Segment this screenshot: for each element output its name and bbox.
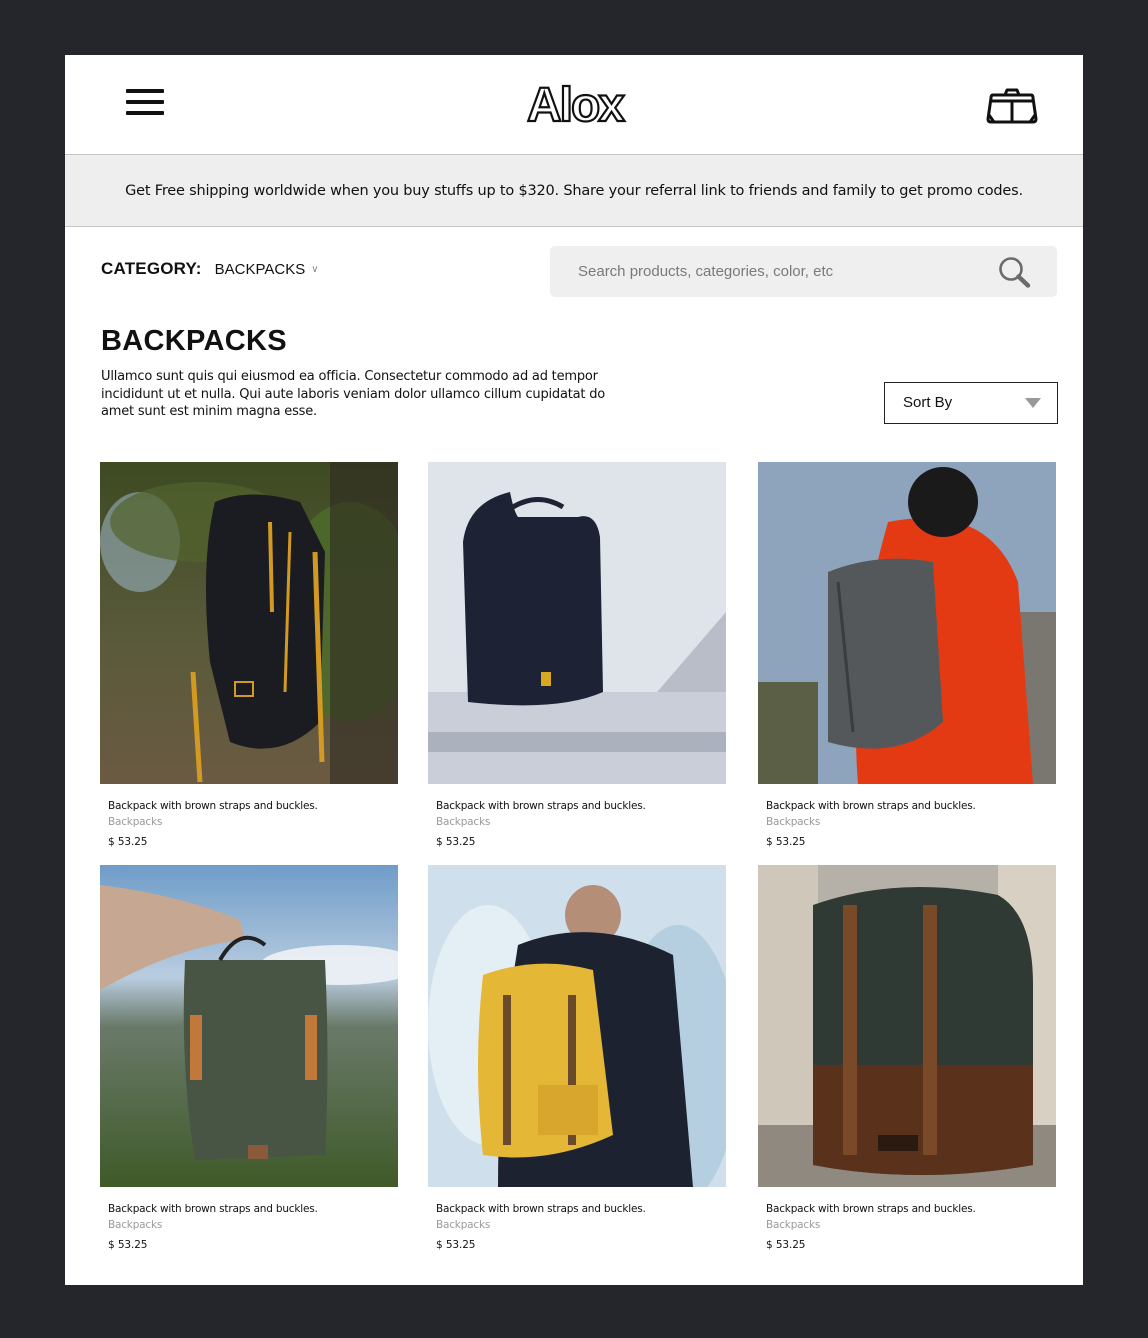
product-price: $ 53.25 — [436, 836, 476, 848]
promo-banner: Get Free shipping worldwide when you buy… — [65, 154, 1083, 227]
product-name[interactable]: Backpack with brown straps and buckles. — [108, 1203, 398, 1215]
product-category: Backpacks — [436, 1219, 491, 1231]
category-value: BACKPACKS — [214, 260, 306, 278]
sort-label: Sort By — [903, 394, 953, 411]
product-image[interactable] — [428, 462, 726, 784]
category-description: Ullamco sunt quis qui eiusmod ea officia… — [101, 369, 606, 419]
chevron-down-icon: ∨ — [311, 263, 319, 275]
category-label: CATEGORY: — [101, 259, 202, 278]
product-name[interactable]: Backpack with brown straps and buckles. — [436, 1203, 726, 1215]
product-card[interactable]: Backpack with brown straps and buckles. … — [758, 865, 1056, 1251]
product-category: Backpacks — [766, 1219, 821, 1231]
category-filter: CATEGORY: BACKPACKS ∨ — [101, 259, 319, 279]
logo[interactable]: Alox — [515, 77, 635, 133]
menu-line — [126, 100, 164, 104]
search-bar — [550, 246, 1057, 297]
caret-down-icon — [1025, 398, 1041, 408]
product-name[interactable]: Backpack with brown straps and buckles. — [108, 800, 398, 812]
menu-line — [126, 111, 164, 115]
promo-text: Get Free shipping worldwide when you buy… — [125, 182, 1023, 199]
search-icon[interactable] — [997, 256, 1033, 288]
product-card[interactable]: Backpack with brown straps and buckles. … — [428, 865, 726, 1251]
product-card[interactable]: Backpack with brown straps and buckles. … — [100, 462, 398, 848]
menu-line — [126, 89, 164, 93]
page-title: BACKPACKS — [101, 325, 287, 357]
product-image[interactable] — [758, 865, 1056, 1187]
product-name[interactable]: Backpack with brown straps and buckles. — [436, 800, 726, 812]
product-price: $ 53.25 — [436, 1239, 476, 1251]
product-image[interactable] — [428, 865, 726, 1187]
product-card[interactable]: Backpack with brown straps and buckles. … — [758, 462, 1056, 848]
product-category: Backpacks — [108, 1219, 163, 1231]
logo-text: Alox — [527, 79, 625, 129]
shopping-bag-icon[interactable] — [986, 85, 1038, 125]
product-name[interactable]: Backpack with brown straps and buckles. — [766, 1203, 1056, 1215]
product-price: $ 53.25 — [108, 836, 148, 848]
search-input[interactable] — [578, 246, 978, 297]
product-image[interactable] — [758, 462, 1056, 784]
header: Alox — [65, 55, 1083, 155]
product-image[interactable] — [100, 462, 398, 784]
product-category: Backpacks — [108, 816, 163, 828]
product-price: $ 53.25 — [108, 1239, 148, 1251]
hamburger-menu-icon[interactable] — [126, 87, 166, 119]
product-price: $ 53.25 — [766, 1239, 806, 1251]
product-card[interactable]: Backpack with brown straps and buckles. … — [100, 865, 398, 1251]
product-image[interactable] — [100, 865, 398, 1187]
page: Alox Get Free shipping worldwide when yo… — [65, 55, 1083, 1285]
product-price: $ 53.25 — [766, 836, 806, 848]
category-dropdown[interactable]: BACKPACKS ∨ — [215, 261, 319, 278]
sort-dropdown[interactable]: Sort By — [884, 382, 1058, 424]
product-card[interactable]: Backpack with brown straps and buckles. … — [428, 462, 726, 848]
product-name[interactable]: Backpack with brown straps and buckles. — [766, 800, 1056, 812]
product-category: Backpacks — [436, 816, 491, 828]
product-category: Backpacks — [766, 816, 821, 828]
